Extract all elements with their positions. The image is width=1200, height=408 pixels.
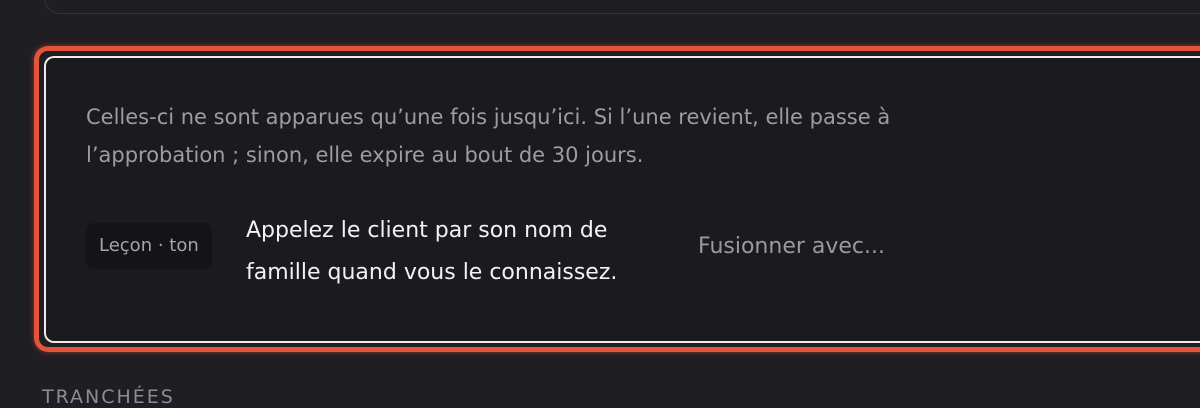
section-heading-resolved: Tranchées — [42, 386, 175, 408]
merge-with-button[interactable]: Fusionner avec... — [698, 227, 885, 267]
previous-section-card — [44, 0, 1200, 14]
pending-lessons-card: Celles-ci ne sont apparues qu’une fois j… — [44, 56, 1200, 343]
card-description: Celles-ci ne sont apparues qu’une fois j… — [86, 105, 891, 167]
lesson-text: Appelez le client par son nom de famille… — [246, 218, 618, 285]
lesson-candidate-row: Leçon · ton Appelez le client par son no… — [86, 210, 1086, 285]
lesson-category-badge: Leçon · ton — [86, 223, 212, 269]
